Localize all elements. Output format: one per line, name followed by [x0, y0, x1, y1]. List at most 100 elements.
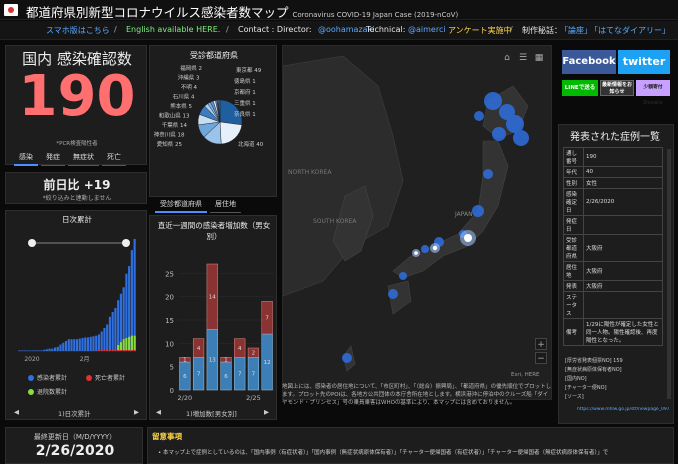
bar-label: 7 [238, 372, 242, 378]
table-row: 備考 1/29に陽性が確定した女性と同一人物。陽性確認後、再度陽性となった。 [563, 318, 663, 346]
cumulative-next-button[interactable]: ▶ [134, 408, 139, 416]
technical-link[interactable]: @aimerci [408, 25, 446, 34]
x-tick-label: 2/25 [246, 394, 261, 402]
case-list-scrollbar[interactable] [667, 149, 671, 399]
bar-discharged [130, 335, 133, 351]
bar-infected [95, 335, 98, 351]
tab-infected[interactable]: 感染 [14, 150, 38, 166]
bar-label: 7 [197, 372, 201, 378]
mobile-version-link[interactable]: スマホ版はこちら [46, 25, 110, 36]
pie-label: 沖縄県 3 [178, 74, 200, 82]
contact-label: Contact : Director: [238, 25, 312, 34]
bar-label: 1 [224, 358, 228, 364]
bar-infected [100, 331, 103, 351]
legend-discharged-swatch [28, 389, 34, 395]
cumulative-chart-title: 日次累計 [62, 215, 92, 224]
x-tick-label: 2/20 [178, 394, 193, 402]
tab-onset[interactable]: 発症 [41, 150, 65, 166]
bar-infected [111, 312, 114, 351]
pie-label: 神奈川県 18 [154, 131, 185, 139]
bar-infected [40, 350, 43, 351]
facebook-button[interactable]: Facebook [562, 50, 616, 74]
bar-deaths [103, 350, 106, 351]
bar-infected [97, 334, 101, 351]
bar-deaths [108, 350, 112, 351]
survey-link[interactable]: アンケート実施中 [448, 25, 512, 36]
home-icon[interactable]: ⌂ [501, 52, 513, 64]
pie-label: 京都府 1 [234, 88, 256, 96]
top-link-bar: スマホ版はこちら / English available HERE. / Con… [0, 21, 678, 40]
separator: / [510, 25, 513, 34]
bar-label: 7 [252, 372, 256, 378]
legend-deaths-swatch [86, 375, 92, 381]
day-diff-note: *絞り込みと連動しません [42, 195, 112, 202]
pie-slice [219, 121, 243, 145]
last-update-date: 2/26/2020 [35, 443, 115, 459]
table-row: 発表 大阪府 [563, 280, 663, 292]
tab-asymptomatic[interactable]: 無症状 [68, 150, 99, 166]
prefecture-tabs: 受診都道府県 居住地 [155, 197, 241, 213]
pie-label: 和歌山県 13 [159, 112, 190, 120]
domestic-count-value: 190 [18, 64, 136, 129]
case-map[interactable]: NORTH KOREA SOUTH KOREA JAPAN ⌂ ☰ ▦ + − … [282, 45, 552, 400]
bar-infected [86, 337, 90, 351]
bar-infected [133, 238, 136, 351]
map-label-japan: JAPAN [455, 211, 473, 218]
cumulative-prev-button[interactable]: ◀ [14, 408, 19, 416]
grid-icon[interactable]: ▦ [533, 52, 545, 64]
weekly-next-button[interactable]: ▶ [264, 408, 269, 416]
bar-label: 2 [252, 351, 256, 357]
zoom-in-button[interactable]: + [535, 338, 547, 350]
donate-button[interactable]: 少額寄付 Donate [636, 80, 670, 106]
prefecture-pie-chart: 福岡県 2 沖縄県 3 不明 4 石川県 4熊本県 5 和歌山県 13千葉県 14 神奈川… [154, 64, 264, 148]
twitter-button[interactable]: twitter [618, 50, 670, 74]
tab-deaths[interactable]: 死亡 [102, 150, 126, 166]
bar-discharged [122, 339, 125, 351]
credit-label: 制作秘話： [522, 26, 562, 35]
legend-infected-swatch [28, 375, 34, 381]
bar-infected [42, 349, 46, 351]
y-tick-label: 20 [165, 294, 174, 302]
pie-label: 愛知県 25 [157, 140, 183, 148]
technical-label: Technical: [366, 25, 406, 34]
map-label-south-korea: SOUTH KOREA [313, 218, 357, 225]
weekly-chart: 0 5 10 15 20 25 6 1 7 4 13 14 6 1 7 4 7 2 12 7 2/20 2/25 [165, 263, 274, 402]
table-row: 性別 女性 [563, 177, 663, 189]
weekly-prev-button[interactable]: ◀ [156, 408, 161, 416]
bar-infected [56, 346, 59, 351]
zoom-out-button[interactable]: − [535, 352, 547, 364]
line-share-button[interactable]: LINEで送る [562, 80, 598, 96]
table-row: ステータス [563, 291, 663, 319]
bar-discharged [128, 336, 131, 351]
map-attribution: Esri, HERE [511, 372, 540, 378]
y-tick-label: 25 [165, 270, 174, 278]
bar-infected [45, 349, 48, 351]
bar-deaths [117, 350, 120, 351]
pie-label: 三重県 1 [234, 99, 256, 107]
count-type-tabs: 感染 発症 無症状 死亡 [14, 150, 126, 166]
cumulative-pager-label: 1)日次累計 [58, 410, 91, 418]
map-description: 地図上には、感染者の居住地について、「市区町村」、「（総合）振興局」、「都道府県… [282, 384, 552, 406]
pie-label: 東京都 49 [236, 66, 262, 74]
page-title: 都道府県別新型コロナウイルス感染者数マップ Coronavirus COVID-1… [26, 5, 459, 20]
list-icon[interactable]: ☰ [517, 52, 529, 64]
pie-label: 石川県 4 [173, 94, 195, 101]
ronza-link[interactable]: 「論座」 [560, 25, 592, 36]
map-label-north-korea: NORTH KOREA [288, 169, 332, 176]
bar-infected [114, 307, 117, 351]
tab-hospital-prefecture[interactable]: 受診都道府県 [155, 197, 207, 213]
japan-flag-icon [4, 4, 18, 16]
case-source-link[interactable]: https://www.mhlw.go.jp/stf/newpage_09722 [577, 407, 669, 412]
bar-label: 7 [265, 316, 269, 322]
bar-infected [81, 338, 84, 351]
hatena-link[interactable]: 「はてなダイアリー」 [590, 25, 670, 36]
bar-infected [89, 336, 92, 351]
y-tick-label: 10 [165, 340, 174, 348]
table-row: 通し番号 190 [563, 147, 663, 167]
map-canvas[interactable] [283, 46, 552, 386]
update-notify-button[interactable]: 最新情報をお知らせ [600, 80, 634, 96]
tab-residence[interactable]: 居住地 [210, 197, 241, 213]
english-version-link[interactable]: English available HERE. [126, 25, 220, 34]
legend-infected: 感染者累計 [28, 373, 67, 382]
bar-infected [73, 339, 76, 351]
